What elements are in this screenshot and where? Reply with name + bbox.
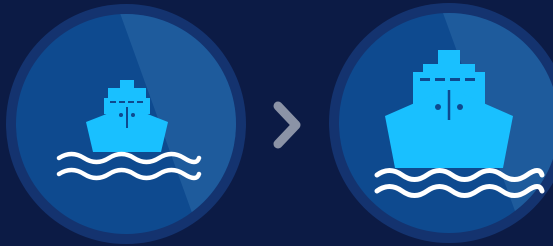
ship-icon-comparison — [0, 0, 553, 244]
chevron-right-icon — [273, 101, 301, 149]
ship-badge-small — [6, 4, 246, 244]
ship-badge-large — [329, 3, 553, 243]
